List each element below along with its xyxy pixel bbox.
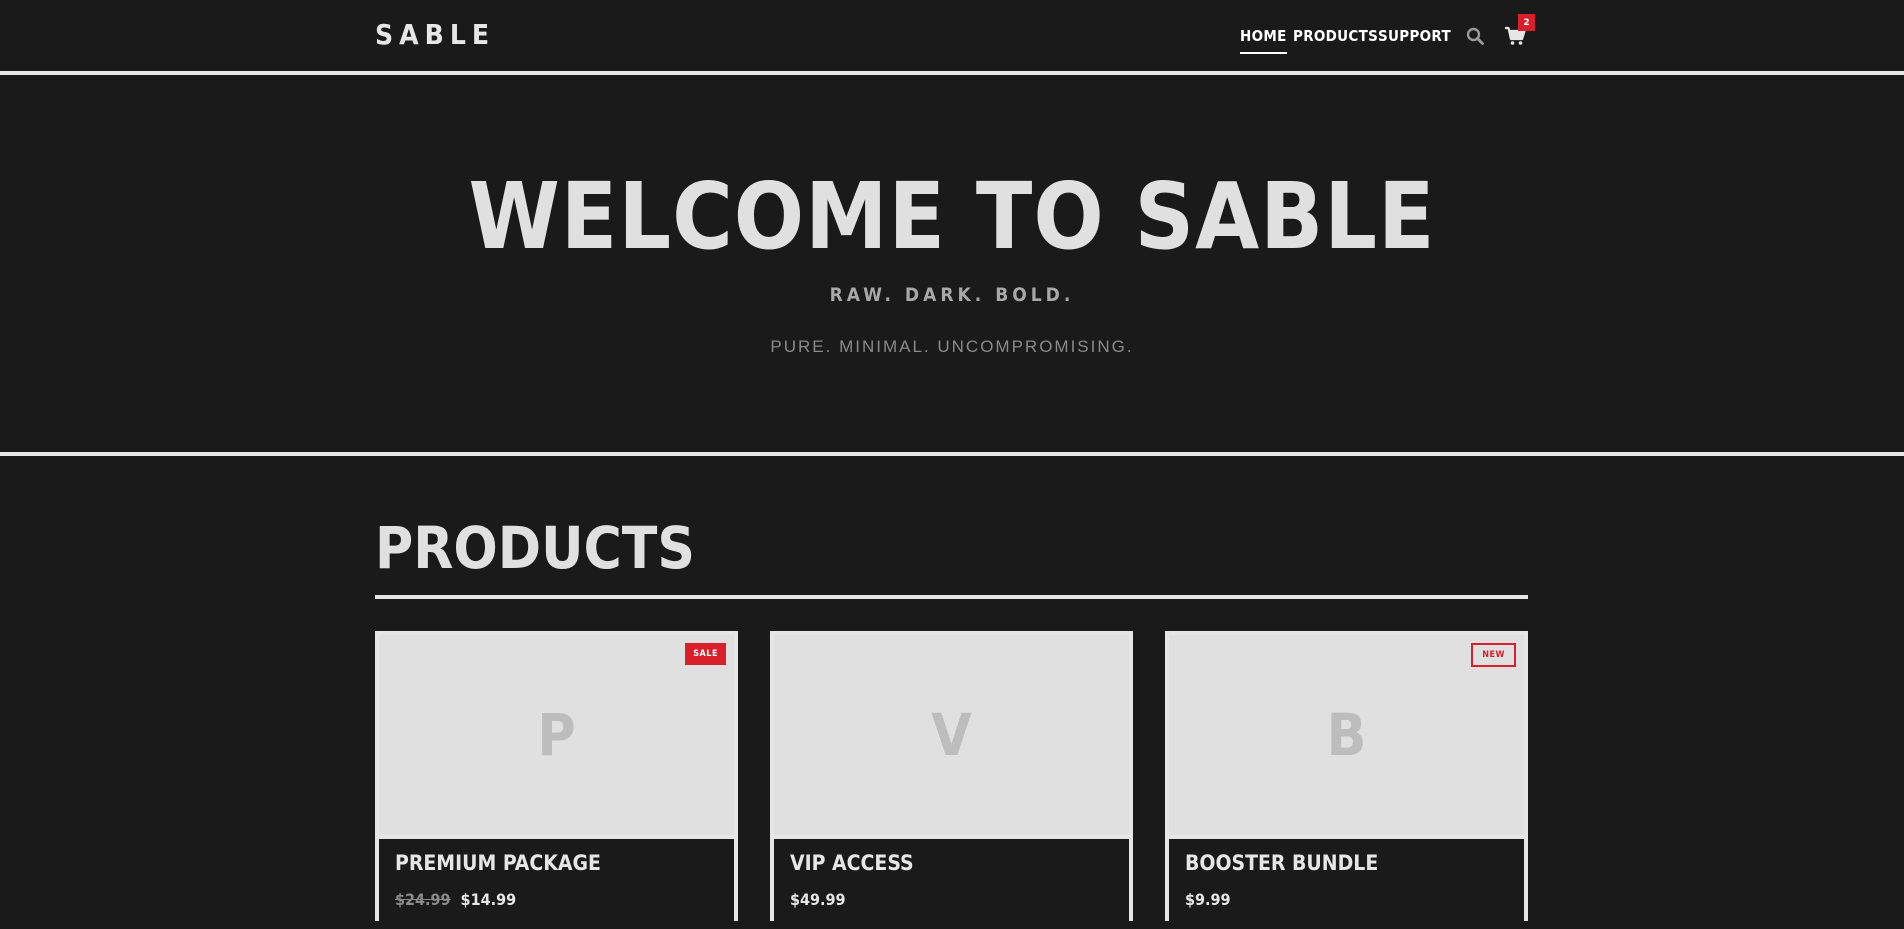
product-card-booster[interactable]: B NEW BOOSTER BUNDLE $9.99 [1165,631,1528,929]
product-card-body: PREMIUM PACKAGE $24.99 $14.99 [379,839,734,929]
product-name: PREMIUM PACKAGE [395,851,601,875]
section-divider [375,595,1528,599]
nav-home[interactable]: HOME [1240,27,1287,54]
hero-tagline: PURE. MINIMAL. UNCOMPROMISING. [770,337,1134,356]
product-name: VIP ACCESS [790,851,914,875]
product-name: BOOSTER BUNDLE [1185,851,1379,875]
sale-badge: SALE [685,643,726,665]
product-price: $9.99 [1185,890,1231,909]
product-card-premium[interactable]: P SALE PREMIUM PACKAGE $24.99 $14.99 [375,631,738,929]
product-current-price: $14.99 [460,890,517,909]
product-image-placeholder: V [774,635,1129,835]
nav-products[interactable]: PRODUCTS [1293,27,1378,45]
new-badge: NEW [1471,643,1516,667]
product-old-price: $24.99 [395,890,451,909]
product-price: $24.99 $14.99 [395,890,516,909]
products-heading: PRODUCTS [375,514,695,582]
cart-count-badge: 2 [1518,14,1535,31]
site-header: SABLE HOME PRODUCTS SUPPORT 2 [0,0,1904,75]
product-current-price: $49.99 [790,890,846,909]
search-icon[interactable] [1466,27,1484,45]
product-price: $49.99 [790,890,846,909]
hero-subtitle: RAW. DARK. BOLD. [829,284,1075,306]
product-card-body: VIP ACCESS $49.99 [774,839,1129,929]
product-card-body: BOOSTER BUNDLE $9.99 [1169,839,1524,929]
hero-section: WELCOME TO SABLE RAW. DARK. BOLD. PURE. … [0,79,1904,456]
product-current-price: $9.99 [1185,890,1231,909]
nav-support[interactable]: SUPPORT [1378,27,1451,45]
product-image-placeholder: P [379,635,734,835]
product-card-vip[interactable]: V VIP ACCESS $49.99 [770,631,1133,929]
hero-title: WELCOME TO SABLE [468,163,1436,270]
site-logo[interactable]: SABLE [375,18,495,51]
